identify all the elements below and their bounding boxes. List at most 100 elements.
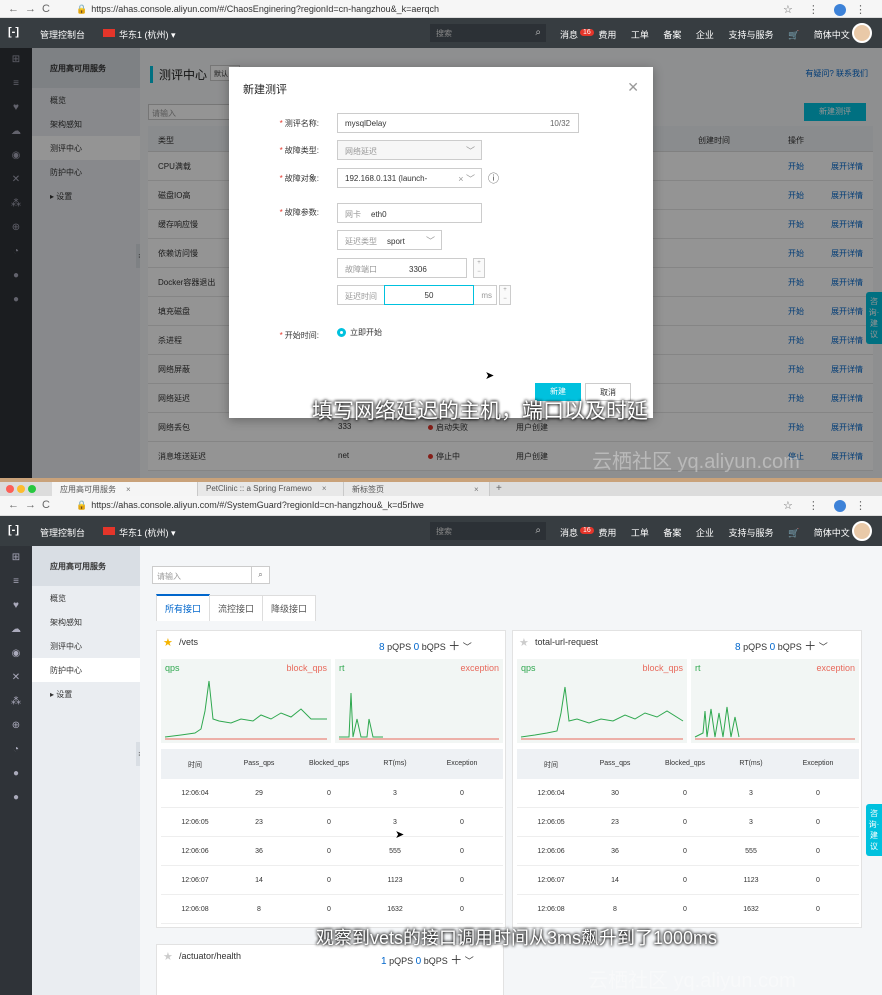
dot-icon[interactable]: ● [0, 786, 32, 810]
nav-buttons[interactable]: ←→C [8, 499, 56, 511]
profile-icon[interactable] [833, 500, 846, 513]
delay-stepper[interactable]: + − [499, 285, 511, 305]
star-icon[interactable]: ★ [163, 636, 173, 649]
start-now-radio[interactable]: 立即开始 [337, 327, 382, 338]
table-cell: 3 [393, 790, 397, 797]
evaluation-name-input[interactable]: mysqlDelay 10/32 [337, 113, 579, 133]
api-name[interactable]: /vets [179, 637, 198, 647]
tab-petclinic[interactable]: PetClinic :: a Spring Framewo × [198, 482, 344, 496]
fault-target-select[interactable]: 192.168.0.131 (launch- × ﹀ [337, 168, 482, 188]
list-icon[interactable]: ≡ [0, 570, 32, 594]
table-row: 12:06:05 23 0 3 0 [161, 808, 503, 837]
close-tab-icon[interactable]: × [126, 485, 131, 494]
cart-icon[interactable]: 🛒 [788, 528, 799, 538]
add-icon[interactable]: ＋ [450, 953, 462, 967]
menu-item-enterprise[interactable]: 企业 [696, 528, 714, 538]
maximize-window-icon[interactable] [28, 485, 36, 493]
url-text[interactable]: https://ahas.console.aliyun.com/#/ChaosE… [91, 4, 439, 14]
nic-input[interactable]: 网卡 eth0 [337, 203, 482, 223]
port-stepper[interactable]: + − [473, 258, 485, 278]
refresh-icon[interactable]: ◔ [0, 738, 32, 762]
add-icon[interactable]: ＋ [448, 639, 460, 653]
chevron-down-icon[interactable]: ﹀ [819, 642, 828, 652]
menu-item-beian[interactable]: 备案 [663, 30, 681, 40]
radio-checked-icon[interactable] [337, 328, 346, 338]
region-select[interactable]: 华东1 (杭州) ▾ [119, 526, 176, 539]
language-select[interactable]: 简体中文 [814, 528, 850, 538]
menu-item-enterprise[interactable]: 企业 [696, 30, 714, 40]
new-tab-icon[interactable]: + [496, 483, 502, 494]
close-window-icon[interactable] [6, 485, 14, 493]
menu-item-beian[interactable]: 备案 [663, 528, 681, 538]
menu-item-support[interactable]: 支持与服务 [728, 30, 773, 40]
chevron-down-icon[interactable]: ﹀ [463, 642, 472, 652]
close-icon[interactable]: ✕ [627, 79, 639, 96]
profile-icon[interactable] [833, 4, 846, 17]
circle-icon[interactable]: ● [0, 762, 32, 786]
avatar[interactable] [852, 23, 872, 43]
add-icon[interactable]: ＋ [804, 639, 816, 653]
info-icon[interactable]: ⓘ [488, 170, 499, 186]
shuffle-icon[interactable]: ✕ [0, 666, 32, 690]
sidebar-item-settings[interactable]: ▸ 设置 [32, 682, 140, 706]
grid-icon[interactable]: ⊞ [0, 546, 32, 570]
globe-icon[interactable]: ⊕ [0, 714, 32, 738]
tab-ahas[interactable]: 应用高可用服务 × [52, 482, 198, 496]
api-search-input[interactable]: 请输入 ⌕ [152, 566, 270, 584]
fault-port-input[interactable]: 故障端口 3306 [337, 258, 467, 278]
menu-item-fee[interactable]: 费用 [598, 528, 616, 538]
search-icon[interactable]: ⌕ [251, 567, 269, 583]
console-link[interactable]: 管理控制台 [40, 28, 85, 41]
cluster-icon[interactable]: ⁂ [0, 690, 32, 714]
feedback-tab[interactable]: 咨询·建议 [866, 804, 882, 856]
global-search-input[interactable]: 搜索 ⌕ [430, 24, 546, 42]
tab-flow-apis[interactable]: 流控接口 [209, 595, 264, 621]
delay-type-select[interactable]: 延迟类型 sport ﹀ [337, 230, 442, 250]
search-icon[interactable]: ⌕ [535, 525, 541, 536]
cart-icon[interactable]: 🛒 [788, 30, 799, 40]
menu-item-ticket[interactable]: 工单 [631, 528, 649, 538]
close-tab-icon[interactable]: × [474, 485, 479, 494]
chevron-down-icon[interactable]: ﹀ [426, 234, 435, 247]
browser-actions[interactable]: ☆ ⋮ ⋮ [783, 3, 872, 17]
sidebar-item-evaluation[interactable]: 测评中心 [32, 634, 140, 658]
aliyun-logo-icon[interactable]: [-] [8, 26, 19, 38]
tab-all-apis[interactable]: 所有接口 [156, 594, 211, 621]
language-select[interactable]: 简体中文 [814, 30, 850, 40]
nav-buttons[interactable]: ←→C [8, 3, 56, 15]
chevron-down-icon[interactable]: ﹀ [465, 956, 474, 966]
clear-chevron-icon[interactable]: × ﹀ [458, 172, 475, 185]
address-bar[interactable]: ←→C 🔒 https://ahas.console.aliyun.com/#/C… [0, 0, 882, 18]
tab-degrade-apis[interactable]: 降级接口 [262, 595, 317, 621]
api-name[interactable]: total-url-request [535, 637, 598, 647]
database-icon[interactable]: ◉ [0, 642, 32, 666]
cloud-icon[interactable]: ☁ [0, 618, 32, 642]
search-icon[interactable]: ⌕ [535, 27, 541, 38]
global-search-input[interactable]: 搜索 ⌕ [430, 522, 546, 540]
sidebar-item-architecture[interactable]: 架构感知 [32, 610, 140, 634]
avatar[interactable] [852, 521, 872, 541]
url-text[interactable]: https://ahas.console.aliyun.com/#/System… [91, 500, 424, 510]
messages-link[interactable]: 消息 [560, 528, 578, 538]
browser-actions[interactable]: ☆ ⋮ ⋮ [783, 499, 872, 513]
menu-item-support[interactable]: 支持与服务 [728, 528, 773, 538]
table-cell: 23 [255, 819, 263, 826]
close-tab-icon[interactable]: × [322, 484, 327, 493]
region-select[interactable]: 华东1 (杭州) ▾ [119, 28, 176, 41]
console-link[interactable]: 管理控制台 [40, 526, 85, 539]
shield-icon[interactable]: ♥ [0, 594, 32, 618]
menu-item-fee[interactable]: 费用 [598, 30, 616, 40]
api-name[interactable]: /actuator/health [179, 951, 241, 961]
menu-item-ticket[interactable]: 工单 [631, 30, 649, 40]
star-icon[interactable]: ★ [163, 950, 173, 963]
sidebar-item-overview[interactable]: 概览 [32, 586, 140, 610]
table-cell: 555 [389, 848, 401, 855]
tab-new[interactable]: 新标签页 × [344, 482, 490, 496]
address-bar[interactable]: ←→C 🔒 https://ahas.console.aliyun.com/#/S… [0, 496, 882, 516]
aliyun-logo-icon[interactable]: [-] [8, 524, 19, 536]
minimize-window-icon[interactable] [17, 485, 25, 493]
delay-time-input[interactable]: 延迟时间 50 ms [337, 285, 497, 305]
sidebar-item-protection[interactable]: 防护中心 [32, 658, 140, 682]
star-icon[interactable]: ★ [519, 636, 529, 649]
messages-link[interactable]: 消息 [560, 30, 578, 40]
